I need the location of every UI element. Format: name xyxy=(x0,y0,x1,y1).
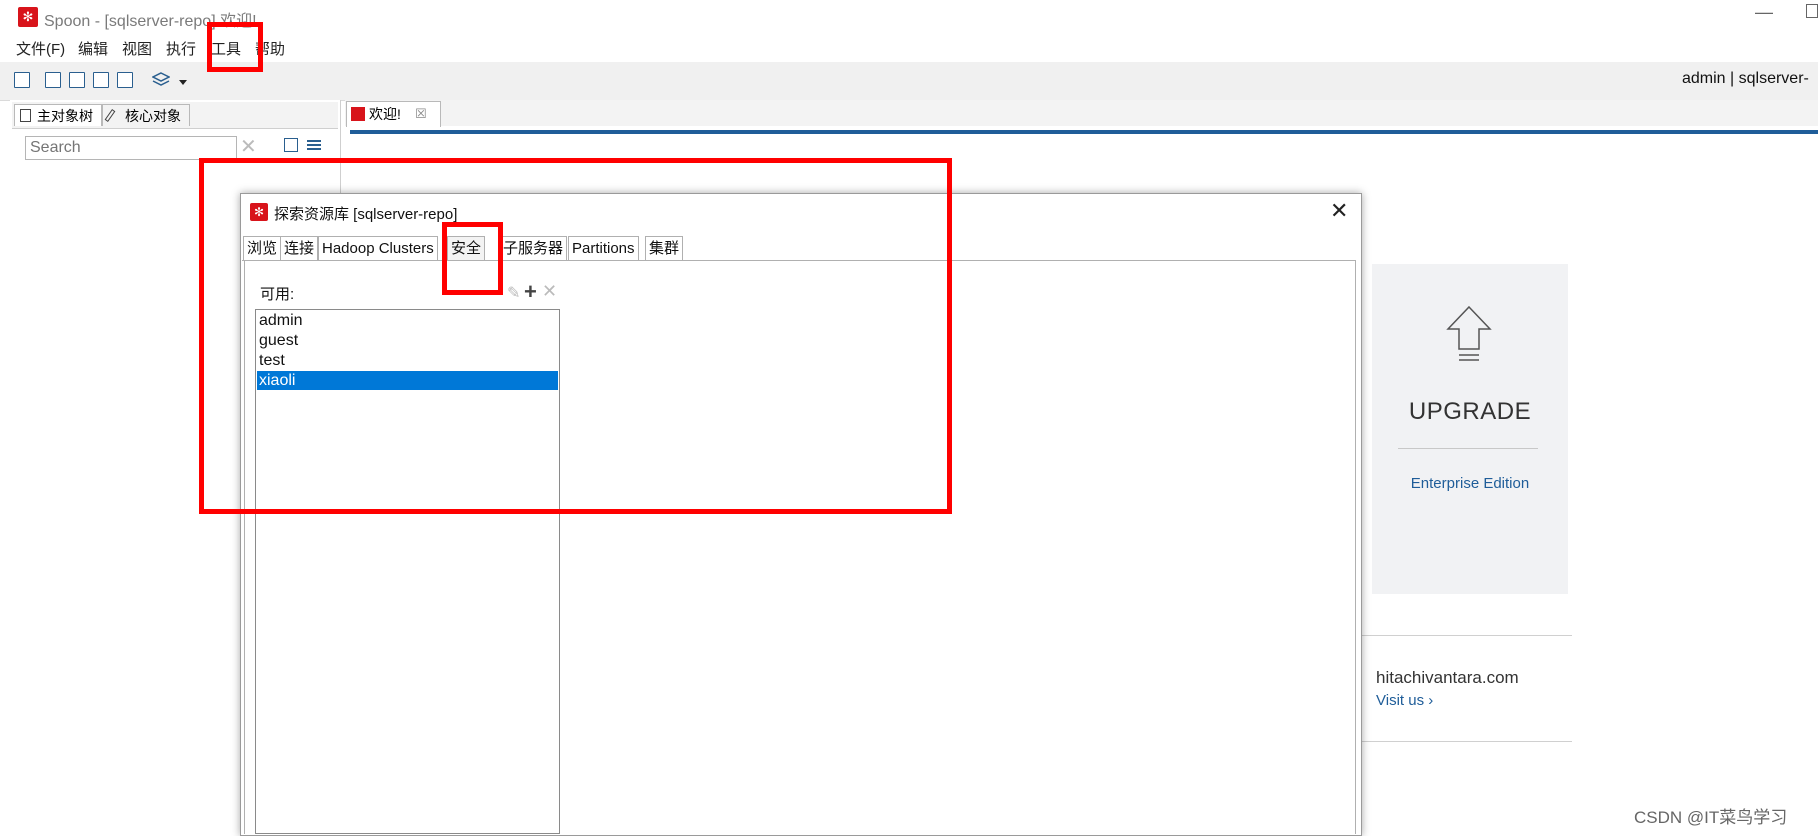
enterprise-edition-link[interactable]: Enterprise Edition xyxy=(1372,475,1568,492)
user-repo-info: admin | sqlserver- xyxy=(1682,70,1809,87)
save-icon[interactable] xyxy=(93,72,109,88)
maximize-button[interactable] xyxy=(1806,4,1818,18)
editor-accent-line xyxy=(350,130,1818,134)
expand-tree-icon[interactable] xyxy=(284,138,298,152)
annotation-box-security-tab xyxy=(442,222,503,295)
tab-core-objects[interactable]: 核心对象 xyxy=(102,104,190,126)
close-tab-icon[interactable]: ☒ xyxy=(415,102,427,126)
spoon-logo-icon: ✻ xyxy=(18,7,38,27)
title-bar xyxy=(0,0,1818,34)
tab-label: 欢迎! xyxy=(369,106,401,122)
spoon-logo-icon xyxy=(351,107,365,121)
menu-run[interactable]: 执行 xyxy=(166,38,196,59)
explore-repo-icon[interactable] xyxy=(69,72,85,88)
search-input[interactable] xyxy=(25,136,237,160)
menu-view[interactable]: 视图 xyxy=(122,38,152,59)
csdn-watermark: CSDN @IT菜鸟学习 xyxy=(1634,808,1788,827)
tab-label: 核心对象 xyxy=(125,108,181,124)
editor-tab-strip xyxy=(345,100,1818,126)
divider xyxy=(1355,741,1572,742)
tab-main-object-tree[interactable]: 主对象树 xyxy=(14,104,102,126)
tab-welcome[interactable]: 欢迎! ☒ xyxy=(346,101,441,127)
menu-edit[interactable]: 编辑 xyxy=(78,38,108,59)
annotation-box-tools-menu xyxy=(207,22,263,72)
menu-file[interactable]: 文件(F) xyxy=(16,38,65,59)
list-view-icon[interactable] xyxy=(307,138,321,152)
layers-icon[interactable] xyxy=(151,72,171,88)
pencil-icon xyxy=(104,109,116,122)
minimize-button[interactable]: — xyxy=(1755,2,1773,23)
upgrade-title: UPGRADE xyxy=(1408,398,1532,425)
open-folder-icon[interactable] xyxy=(45,72,61,88)
hitachi-site-text: hitachivantara.com xyxy=(1376,668,1519,687)
save-as-icon[interactable] xyxy=(117,72,133,88)
divider xyxy=(1355,635,1572,636)
clear-search-icon[interactable]: ✕ xyxy=(240,134,257,159)
close-dialog-button[interactable]: ✕ xyxy=(1330,198,1348,224)
tab-label: 主对象树 xyxy=(37,108,93,124)
upgrade-arrow-icon xyxy=(1444,305,1494,365)
new-file-icon[interactable] xyxy=(14,72,30,88)
chevron-down-icon[interactable] xyxy=(178,74,188,92)
annotation-box-dialog xyxy=(199,158,952,514)
toolbar xyxy=(0,62,1818,101)
tree-doc-icon xyxy=(20,109,31,122)
visit-us-link[interactable]: Visit us › xyxy=(1376,692,1433,709)
divider xyxy=(1398,448,1538,449)
